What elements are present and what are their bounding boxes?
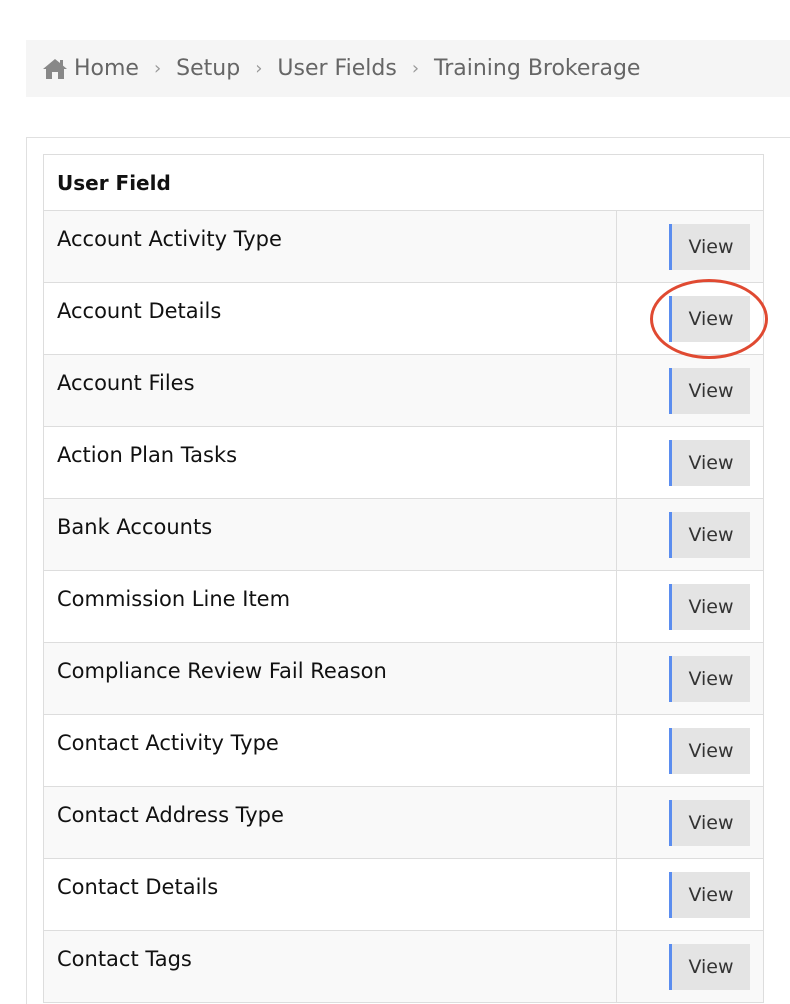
field-name: Contact Tags (43, 930, 617, 1003)
field-name: Contact Activity Type (43, 714, 617, 787)
view-button[interactable]: View (669, 223, 750, 270)
table-row: Contact Address Type View (43, 786, 764, 859)
view-button[interactable]: View (669, 943, 750, 990)
field-name: Bank Accounts (43, 498, 617, 571)
field-name: Commission Line Item (43, 570, 617, 643)
view-button[interactable]: View (669, 439, 750, 486)
breadcrumb-home[interactable]: Home (74, 56, 139, 81)
view-button[interactable]: View (669, 367, 750, 414)
breadcrumb: Home › Setup › User Fields › Training Br… (26, 40, 790, 97)
home-icon (43, 58, 67, 79)
field-name: Contact Details (43, 858, 617, 931)
column-header-user-field: User Field (43, 154, 764, 211)
view-button[interactable]: View (669, 727, 750, 774)
table-row: Contact Details View (43, 858, 764, 931)
table-row: Contact Tags View (43, 930, 764, 1003)
view-button[interactable]: View (669, 511, 750, 558)
breadcrumb-current: Training Brokerage (434, 56, 641, 81)
table-row: Account Files View (43, 354, 764, 427)
table-row: Commission Line Item View (43, 570, 764, 643)
table-row: Account Activity Type View (43, 210, 764, 283)
field-name: Account Files (43, 354, 617, 427)
view-button[interactable]: View (669, 871, 750, 918)
table-row: Account Details View (43, 282, 764, 355)
user-fields-table: User Field Account Activity Type View Ac… (43, 154, 764, 1003)
table-row: Compliance Review Fail Reason View (43, 642, 764, 715)
field-name: Compliance Review Fail Reason (43, 642, 617, 715)
table-row: Bank Accounts View (43, 498, 764, 571)
breadcrumb-setup[interactable]: Setup (176, 56, 240, 81)
view-button[interactable]: View (669, 583, 750, 630)
table-header-row: User Field (43, 154, 764, 211)
chevron-right-icon: › (411, 58, 420, 79)
field-name: Account Activity Type (43, 210, 617, 283)
view-button[interactable]: View (669, 295, 750, 342)
view-button[interactable]: View (669, 655, 750, 702)
table-row: Action Plan Tasks View (43, 426, 764, 499)
field-name: Contact Address Type (43, 786, 617, 859)
breadcrumb-user-fields[interactable]: User Fields (277, 56, 396, 81)
chevron-right-icon: › (153, 58, 162, 79)
view-button[interactable]: View (669, 799, 750, 846)
chevron-right-icon: › (255, 58, 263, 79)
table-row: Contact Activity Type View (43, 714, 764, 787)
field-name: Action Plan Tasks (43, 426, 617, 499)
field-name: Account Details (43, 282, 617, 355)
